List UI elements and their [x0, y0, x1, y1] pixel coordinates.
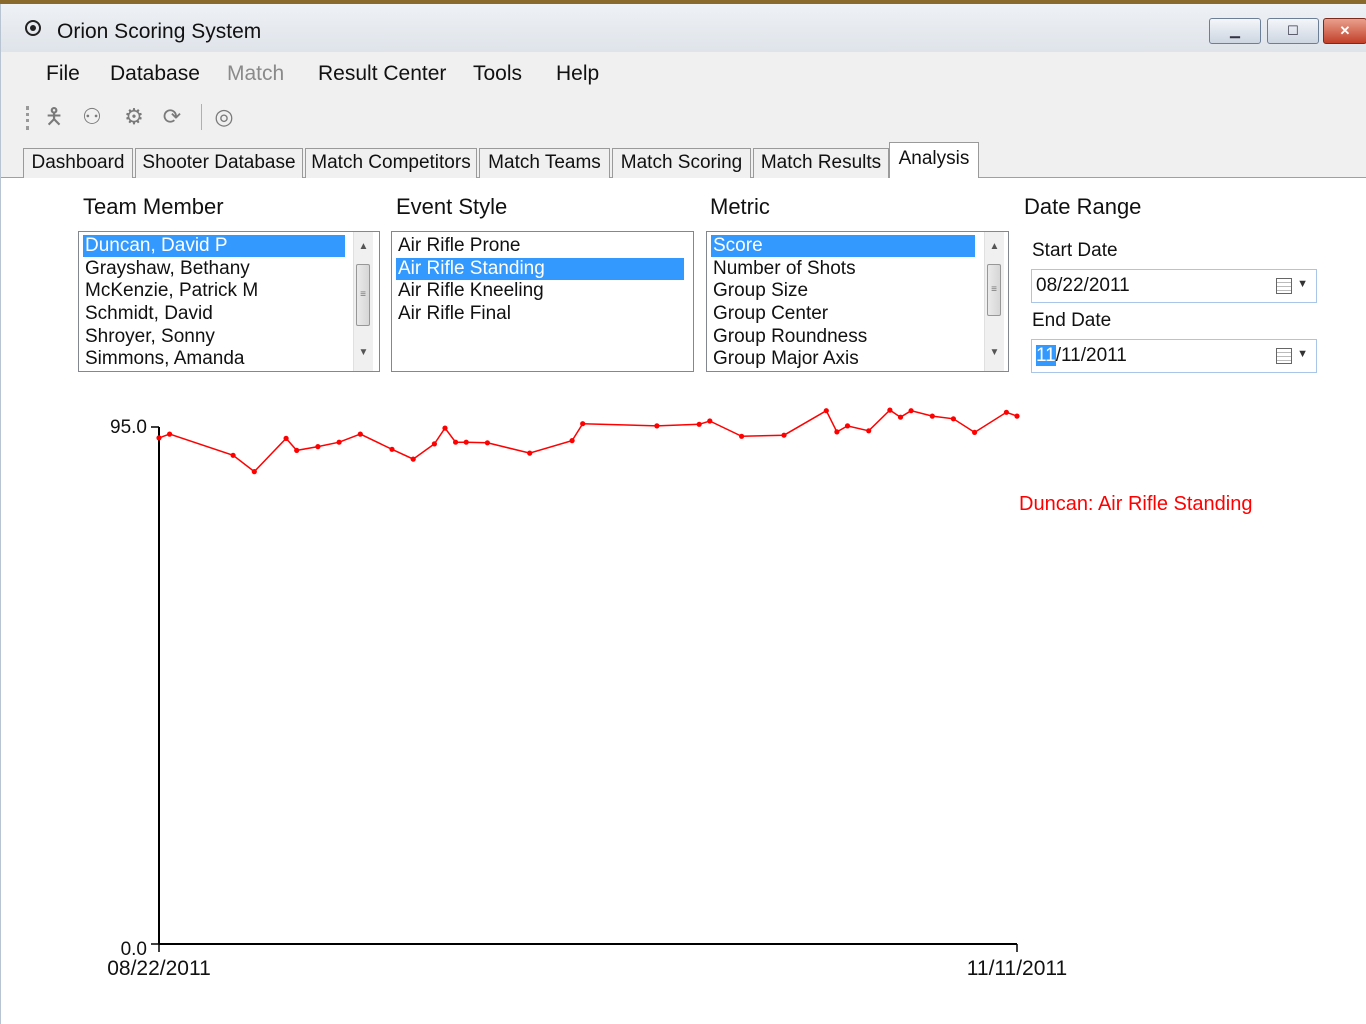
menu-tools[interactable]: Tools — [473, 62, 522, 86]
menu-database[interactable]: Database — [110, 62, 200, 86]
window-title: Orion Scoring System — [57, 20, 262, 43]
data-point — [739, 433, 745, 439]
target-gear-icon[interactable]: ⚙ — [123, 104, 145, 130]
tab-strip: Dashboard Shooter Database Match Competi… — [1, 142, 1366, 179]
series-line — [158, 409, 1018, 473]
menu-bar: File Database Match Result Center Tools … — [1, 52, 1366, 92]
data-point — [834, 429, 840, 435]
chart-axes: 95.0 0.0 08/22/2011 11/11/2011 Duncan: A… — [107, 417, 1252, 980]
target-refresh-icon[interactable]: ⟳ — [161, 104, 183, 130]
plot-area — [156, 407, 1020, 475]
menu-file[interactable]: File — [46, 62, 80, 86]
data-point — [654, 423, 660, 429]
toolbar-grip[interactable] — [26, 106, 32, 130]
data-point — [230, 452, 236, 458]
data-point — [527, 450, 533, 456]
close-button[interactable]: ✕ — [1323, 18, 1366, 44]
data-point — [389, 446, 395, 452]
tab-shooter-database[interactable]: Shooter Database — [135, 148, 303, 178]
data-point — [972, 429, 978, 435]
data-point — [707, 418, 713, 424]
tab-match-competitors[interactable]: Match Competitors — [305, 148, 477, 178]
toolbar-separator — [201, 104, 202, 130]
data-point — [887, 407, 893, 413]
data-point — [844, 423, 851, 429]
menu-help[interactable]: Help — [556, 62, 599, 86]
tab-match-results[interactable]: Match Results — [753, 148, 889, 178]
data-point — [781, 432, 787, 438]
data-point — [823, 408, 829, 414]
data-point — [315, 444, 321, 450]
series-legend-label: Duncan: Air Rifle Standing — [1019, 493, 1252, 515]
analysis-panel: Team Member Duncan, David P Grayshaw, Be… — [1, 178, 1366, 1024]
menu-match[interactable]: Match — [227, 62, 284, 86]
data-point — [294, 447, 300, 453]
data-point — [1014, 413, 1020, 419]
maximize-button[interactable]: ☐ — [1267, 18, 1319, 44]
x-tick-label-start: 08/22/2011 — [107, 957, 211, 980]
maximize-icon: ☐ — [1287, 23, 1299, 38]
data-point — [929, 413, 935, 419]
data-point — [463, 439, 469, 445]
data-point — [1003, 409, 1010, 415]
data-point — [897, 414, 904, 420]
data-point — [484, 440, 490, 446]
toolbar: 🯅 ⚇ ⚙ ⟳ ◎ — [1, 92, 1366, 142]
data-point — [156, 435, 162, 441]
tab-dashboard[interactable]: Dashboard — [23, 148, 133, 178]
close-icon: ✕ — [1339, 23, 1351, 38]
minimize-button[interactable]: ▁ — [1209, 18, 1261, 44]
app-target-icon — [25, 20, 41, 36]
menu-result-center[interactable]: Result Center — [318, 62, 446, 86]
data-point — [569, 438, 575, 444]
data-point — [453, 439, 459, 445]
data-point — [283, 435, 289, 441]
data-point — [336, 439, 342, 445]
data-point — [866, 428, 872, 434]
data-point — [908, 408, 914, 414]
data-point — [442, 425, 448, 431]
x-tick-label-end: 11/11/2011 — [967, 957, 1067, 980]
tab-match-scoring[interactable]: Match Scoring — [612, 148, 751, 178]
data-point — [167, 431, 173, 437]
tab-analysis[interactable]: Analysis — [889, 142, 979, 179]
data-point — [580, 421, 586, 427]
data-point — [696, 421, 702, 427]
data-point — [950, 416, 957, 422]
tab-match-teams[interactable]: Match Teams — [479, 148, 610, 178]
data-point — [410, 456, 416, 462]
title-bar: Orion Scoring System ▁ ☐ ✕ — [1, 4, 1366, 52]
main-window: Orion Scoring System ▁ ☐ ✕ File Database… — [0, 4, 1366, 1024]
minimize-icon: ▁ — [1230, 23, 1240, 38]
target-rings-icon[interactable]: ◎ — [213, 104, 235, 130]
y-tick-label-max: 95.0 — [110, 417, 147, 438]
data-point — [431, 441, 437, 447]
shooter-icon[interactable]: 🯅 — [43, 104, 65, 130]
data-point — [357, 431, 363, 437]
score-line-chart: 95.0 0.0 08/22/2011 11/11/2011 Duncan: A… — [107, 407, 1252, 980]
shooters-icon[interactable]: ⚇ — [81, 104, 103, 130]
data-point — [251, 469, 257, 475]
